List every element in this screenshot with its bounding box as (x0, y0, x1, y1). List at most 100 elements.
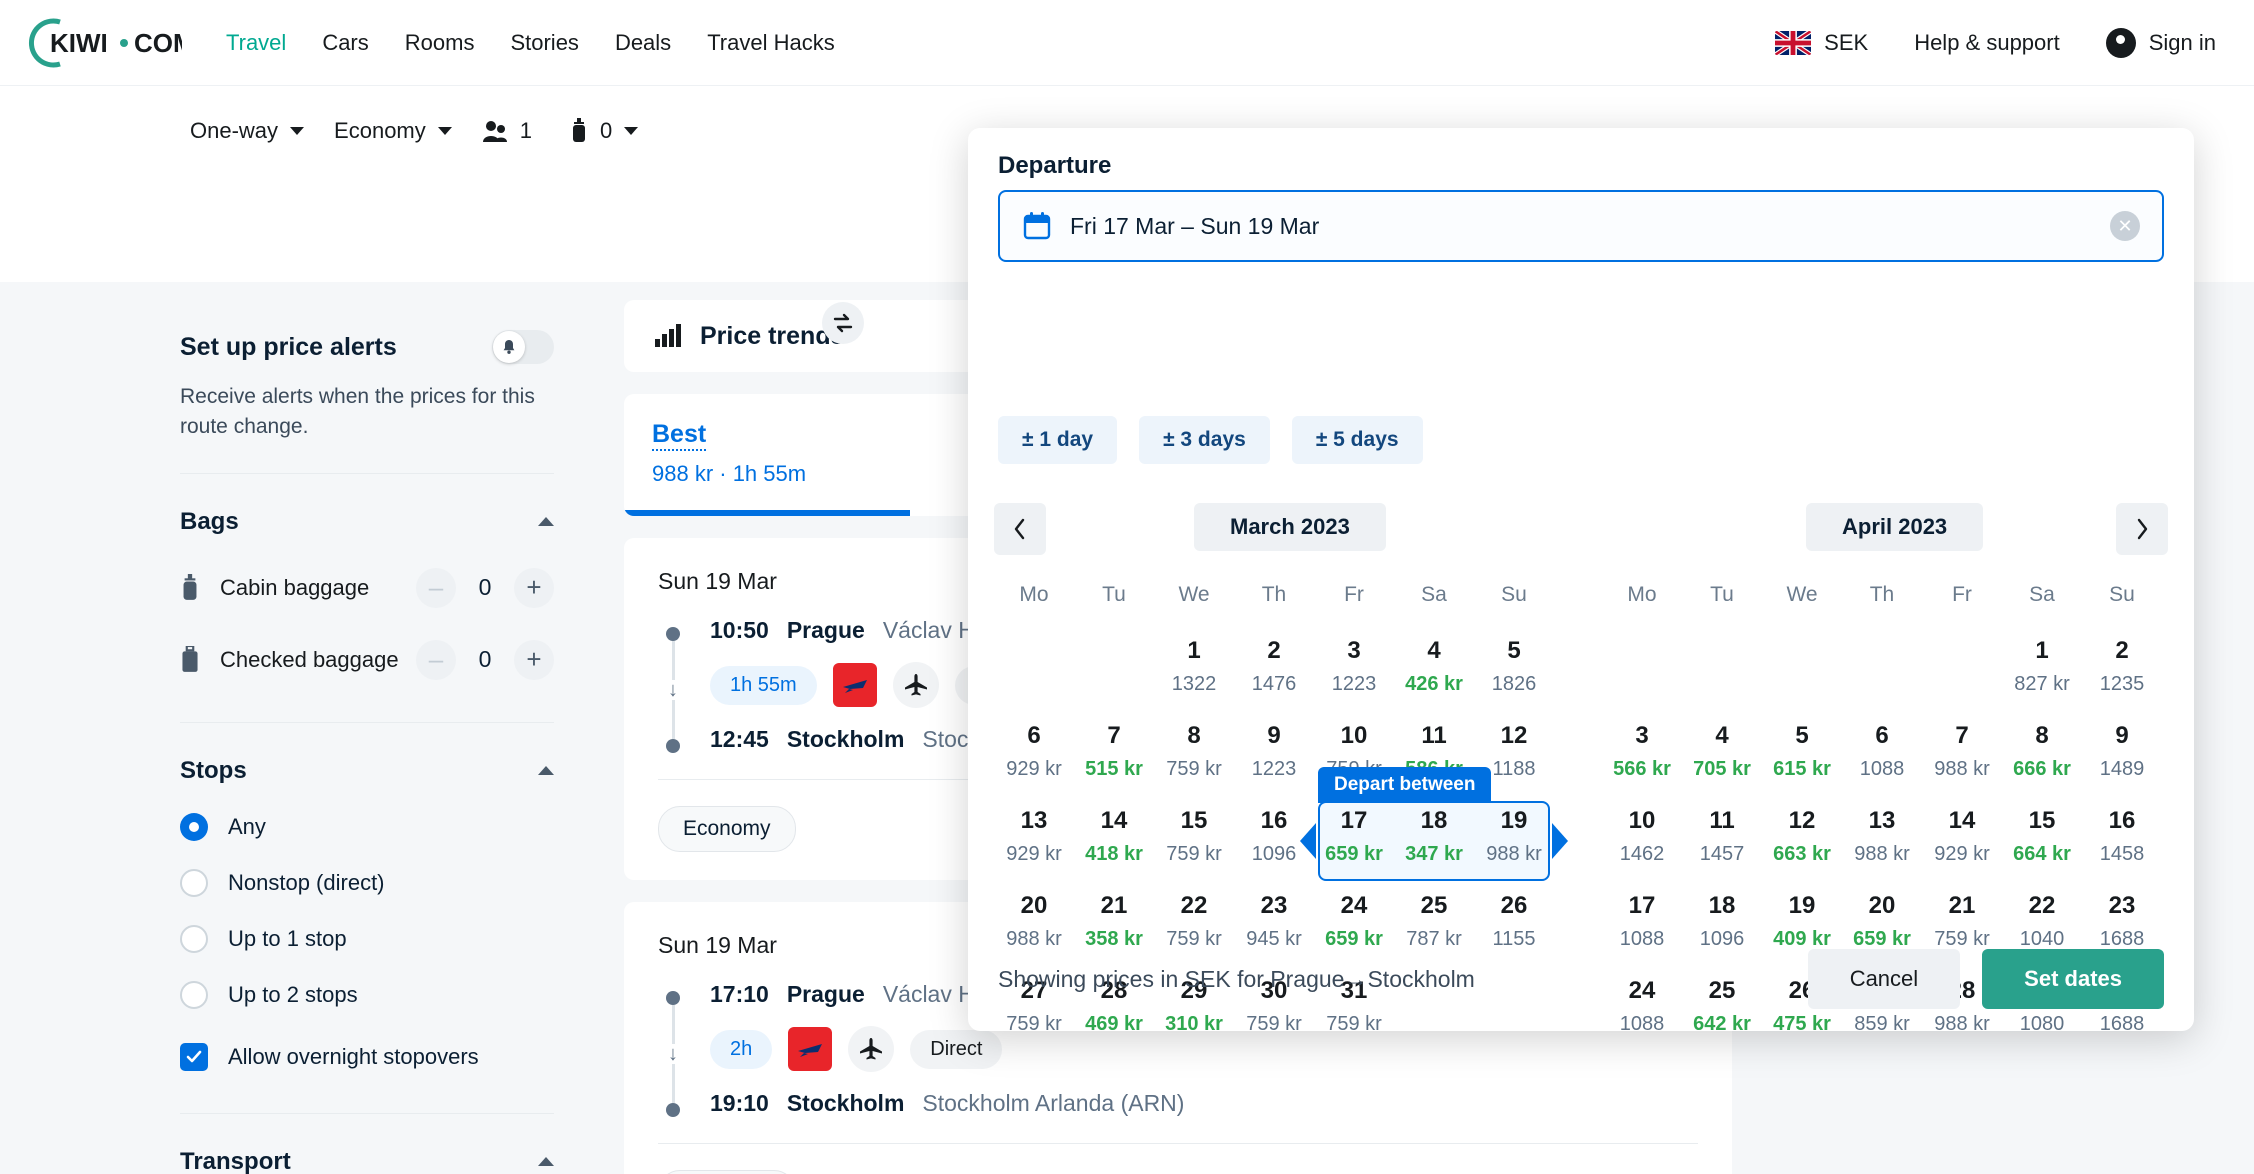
calendar-day-price: 1088 (1619, 928, 1665, 950)
header-actions: SEK Help & support Sign in (1775, 27, 2216, 80)
calendar-day-price: 475 kr (1773, 1013, 1831, 1035)
checked-baggage-increment[interactable]: + (514, 639, 554, 680)
bags-section-header[interactable]: Bags (180, 474, 554, 536)
departure-date-picker-modal: Departure Fri 17 Mar – Sun 19 Mar ✕ ± 1 … (968, 128, 2194, 1035)
overnight-label: Allow overnight stopovers (228, 1043, 479, 1069)
radio-two-stops[interactable] (180, 980, 208, 1009)
calendar-day[interactable]: 1 1322 (1154, 637, 1234, 722)
currency-selector[interactable]: SEK (1775, 30, 1868, 56)
help-label: Help & support (1914, 29, 2060, 55)
stops-option-any[interactable]: Any (180, 812, 554, 841)
date-range-input[interactable]: Fri 17 Mar – Sun 19 Mar ✕ (998, 190, 2164, 262)
set-dates-button[interactable]: Set dates (1982, 949, 2164, 1009)
baggage-icon (573, 118, 586, 142)
calendar-day[interactable]: 5 615 kr (1762, 722, 1842, 807)
calendar-day[interactable]: 15 759 kr (1154, 807, 1234, 892)
stops-option-two[interactable]: Up to 2 stops (180, 980, 554, 1009)
calendar-day[interactable]: 15 664 kr (2002, 807, 2082, 892)
radio-nonstop[interactable] (180, 868, 208, 897)
nav-item-travel-hacks[interactable]: Travel Hacks (707, 30, 835, 56)
airline-plane-icon (798, 1044, 823, 1057)
calendar-day[interactable]: 2 1235 (2082, 637, 2162, 722)
currency-label: SEK (1824, 29, 1869, 55)
airline-plane-icon (842, 680, 867, 693)
nav-item-rooms[interactable]: Rooms (405, 30, 475, 56)
stops-section-header[interactable]: Stops (180, 723, 554, 785)
flight-duration-chip: 2h (710, 1029, 773, 1069)
calendar-day[interactable]: 12 663 kr (1762, 807, 1842, 892)
calendar-day[interactable]: 8 666 kr (2002, 722, 2082, 807)
calendar-day[interactable]: 7 515 kr (1074, 722, 1154, 807)
previous-month-button[interactable] (994, 503, 1046, 555)
calendar-day[interactable]: 13 929 kr (994, 807, 1074, 892)
calendar-day[interactable]: 14 929 kr (1922, 807, 2002, 892)
clear-dates-icon[interactable]: ✕ (2110, 211, 2140, 241)
trip-type-select[interactable]: One-way (190, 118, 305, 144)
cancel-button[interactable]: Cancel (1807, 949, 1961, 1009)
cabin-class-select[interactable]: Economy (334, 118, 452, 144)
calendar-day[interactable]: 8 759 kr (1154, 722, 1234, 807)
calendar-day[interactable]: 3 566 kr (1602, 722, 1682, 807)
weekday-th: Th (1261, 583, 1287, 606)
arrival-time: 12:45 (710, 726, 769, 752)
passengers-select[interactable]: 1 0 (482, 118, 639, 144)
cabin-baggage-increment[interactable]: + (514, 567, 554, 608)
transport-section-header[interactable]: Transport (180, 1114, 554, 1174)
flex-3-days-button[interactable]: ± 3 days (1139, 416, 1270, 464)
stops-label-one: Up to 1 stop (228, 925, 347, 951)
calendar-day-price: 409 kr (1773, 928, 1831, 950)
help-support-link[interactable]: Help & support (1914, 30, 2060, 56)
price-alerts-title: Set up price alerts (180, 332, 397, 361)
calendar-day[interactable]: 9 1489 (2082, 722, 2162, 807)
calendar-day[interactable]: 3 1223 (1314, 637, 1394, 722)
calendar-day[interactable]: 14 418 kr (1074, 807, 1154, 892)
calendar-week: 10 1462 11 1457 12 663 kr 13 988 kr 14 929 kr 15 66… (1602, 807, 2162, 892)
destination-dot-icon (666, 1103, 680, 1117)
flex-1-day-button[interactable]: ± 1 day (998, 416, 1118, 464)
stops-option-nonstop[interactable]: Nonstop (direct) (180, 868, 554, 897)
calendar-day-price: 759 kr (1166, 843, 1222, 865)
overnight-stopovers-row[interactable]: Allow overnight stopovers (180, 1042, 554, 1071)
radio-one-stop[interactable] (180, 924, 208, 953)
carrier-logo-icon (832, 663, 877, 707)
calendar-day[interactable]: 11 1457 (1682, 807, 1762, 892)
radio-any[interactable] (180, 812, 208, 841)
next-month-button[interactable] (2116, 503, 2168, 555)
user-avatar-icon (2105, 27, 2136, 80)
calendar-day-price: 642 kr (1693, 1013, 1751, 1035)
calendar-day[interactable]: 7 988 kr (1922, 722, 2002, 807)
calendar-day-empty (1682, 637, 1762, 722)
price-alerts-toggle[interactable] (492, 330, 554, 364)
calendar-day[interactable]: 6 1088 (1842, 722, 1922, 807)
kiwi-logo[interactable]: KIWI COM (14, 8, 182, 78)
sign-in-button[interactable]: Sign in (2105, 27, 2216, 80)
calendar-day[interactable]: 16 1458 (2082, 807, 2162, 892)
calendar-day[interactable]: 1 827 kr (2002, 637, 2082, 722)
nav-item-stories[interactable]: Stories (510, 30, 578, 56)
calendar-day[interactable]: 9 1223 (1234, 722, 1314, 807)
calendar-day[interactable]: 6 929 kr (994, 722, 1074, 807)
nav-item-deals[interactable]: Deals (615, 30, 671, 56)
checked-baggage-decrement[interactable]: – (416, 639, 456, 680)
overnight-checkbox[interactable] (180, 1042, 208, 1071)
calendar-day[interactable]: 4 705 kr (1682, 722, 1762, 807)
calendar-day-empty (1842, 637, 1922, 722)
calendar-day-price: 1489 (2099, 758, 2145, 780)
price-alerts-card: Set up price alerts Receive alerts when … (152, 300, 582, 1174)
nav-item-travel[interactable]: Travel (226, 30, 286, 56)
swap-route-button[interactable] (822, 302, 864, 344)
calendar-day[interactable]: 10 1462 (1602, 807, 1682, 892)
calendar-day[interactable]: 13 988 kr (1842, 807, 1922, 892)
cabin-baggage-decrement[interactable]: – (416, 567, 456, 608)
calendar-day[interactable]: 4 426 kr (1394, 637, 1474, 722)
calendar-day-number: 9 (2115, 722, 2129, 749)
range-end-handle[interactable] (1552, 823, 1568, 859)
calendar-day[interactable]: 2 1476 (1234, 637, 1314, 722)
stops-section-title: Stops (180, 756, 247, 784)
calendar-day-number: 1 (1187, 637, 1201, 664)
flex-5-days-button[interactable]: ± 5 days (1291, 416, 1423, 464)
stops-option-one[interactable]: Up to 1 stop (180, 924, 554, 953)
nav-item-cars[interactable]: Cars (322, 30, 368, 56)
calendar-day-price: 664 kr (2013, 843, 2071, 865)
calendar-day[interactable]: 5 1826 (1474, 637, 1554, 722)
